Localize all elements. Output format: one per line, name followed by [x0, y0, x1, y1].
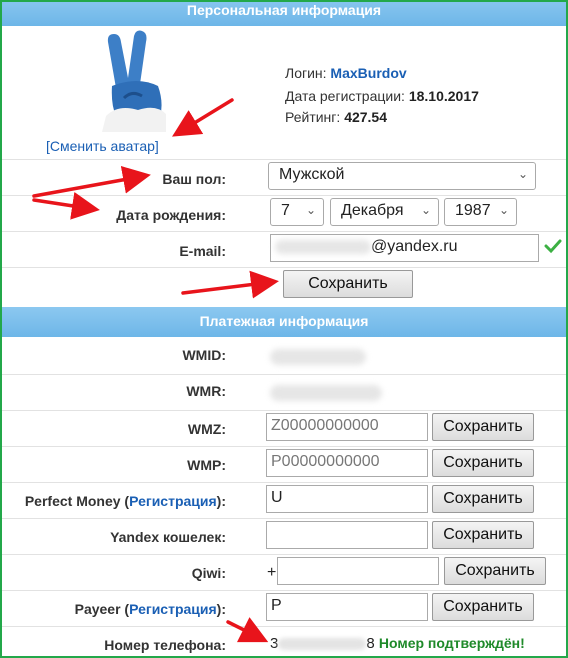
rating-label: Рейтинг:	[285, 109, 341, 125]
birth-date-label: Дата рождения:	[116, 207, 226, 223]
personal-info-header: Персональная информация	[2, 2, 566, 26]
save-yandex-button[interactable]: Сохранить	[432, 521, 534, 549]
wmp-label: WMP:	[187, 457, 226, 473]
change-avatar-link[interactable]: [Сменить аватар]	[46, 138, 159, 154]
save-personal-button[interactable]: Сохранить	[283, 270, 413, 298]
login-line: Логин: MaxBurdov	[285, 65, 407, 81]
gender-label: Ваш пол:	[162, 171, 226, 187]
yandex-wallet-label: Yandex кошелек:	[110, 529, 226, 545]
divider	[2, 446, 566, 447]
phone-last-digit: 8	[366, 635, 375, 652]
wmz-label: WMZ:	[187, 421, 226, 437]
perfect-money-register-link[interactable]: Регистрация	[129, 493, 217, 509]
divider	[2, 554, 566, 555]
login-label: Логин:	[285, 65, 327, 81]
qiwi-input[interactable]	[277, 557, 439, 585]
email-field[interactable]: @yandex.ru	[270, 234, 539, 262]
qiwi-label: Qiwi:	[191, 565, 226, 581]
phone-value: 3 8 Номер подтверждён!	[270, 635, 525, 652]
avatar-image	[98, 28, 168, 132]
payeer-input[interactable]: P	[266, 593, 428, 621]
rating-value: 427.54	[344, 109, 388, 125]
gender-value: Мужской	[279, 166, 345, 183]
save-qiwi-button[interactable]: Сохранить	[444, 557, 546, 585]
email-value: @yandex.ru	[371, 238, 458, 255]
save-payeer-button[interactable]: Сохранить	[432, 593, 534, 621]
divider	[2, 195, 566, 196]
gender-select[interactable]: Мужской ⌄	[268, 162, 536, 190]
redacted-wmid	[270, 349, 366, 365]
payeer-register-link[interactable]: Регистрация	[129, 601, 217, 617]
wmp-input[interactable]: P00000000000	[266, 449, 428, 477]
chevron-down-icon: ⌄	[517, 167, 528, 181]
registration-line: Дата регистрации: 18.10.2017	[285, 88, 479, 104]
phone-confirmed-status: Номер подтверждён!	[378, 635, 525, 651]
redacted-phone	[278, 638, 367, 651]
redacted-text	[275, 239, 371, 254]
divider	[2, 518, 566, 519]
payeer-label-text: Payeer (	[74, 601, 130, 617]
phone-label: Номер телефона:	[104, 637, 226, 653]
chevron-down-icon: ⌄	[305, 203, 316, 217]
birth-month-value: Декабря	[341, 202, 404, 219]
divider	[2, 626, 566, 627]
birth-day-select[interactable]: 7 ⌄	[270, 198, 324, 226]
divider	[2, 374, 566, 375]
perfect-money-input[interactable]: U	[266, 485, 428, 513]
birth-year-value: 1987	[455, 202, 491, 219]
divider	[2, 231, 566, 232]
divider	[2, 410, 566, 411]
redacted-wmr	[270, 385, 382, 401]
birth-day-value: 7	[281, 202, 290, 219]
qiwi-prefix: +	[267, 564, 277, 581]
profile-form: Персональная информация [Сменить аватар]…	[0, 0, 568, 658]
login-value[interactable]: MaxBurdov	[330, 65, 406, 81]
payeer-label-end: ):	[216, 601, 226, 617]
rating-line: Рейтинг: 427.54	[285, 109, 387, 125]
wmz-input[interactable]: Z00000000000	[266, 413, 428, 441]
phone-first-digit: 3	[270, 635, 279, 652]
divider	[2, 159, 566, 160]
divider	[2, 590, 566, 591]
email-label: E-mail:	[179, 243, 226, 259]
yandex-wallet-input[interactable]	[266, 521, 428, 549]
birth-month-select[interactable]: Декабря ⌄	[330, 198, 439, 226]
payeer-label: Payeer (Регистрация):	[75, 601, 226, 617]
save-wmz-button[interactable]: Сохранить	[432, 413, 534, 441]
payment-info-header: Платежная информация	[2, 307, 566, 337]
avatar[interactable]	[98, 28, 168, 132]
divider	[2, 482, 566, 483]
divider	[2, 267, 566, 268]
chevron-down-icon: ⌄	[420, 203, 431, 217]
birth-year-select[interactable]: 1987 ⌄	[444, 198, 517, 226]
chevron-down-icon: ⌄	[498, 203, 509, 217]
save-wmp-button[interactable]: Сохранить	[432, 449, 534, 477]
registration-label: Дата регистрации:	[285, 88, 405, 104]
checkmark-icon	[544, 239, 562, 254]
registration-value: 18.10.2017	[408, 88, 479, 104]
perfect-money-label-end: ):	[216, 493, 226, 509]
wmr-label: WMR:	[186, 383, 226, 399]
save-perfect-money-button[interactable]: Сохранить	[432, 485, 534, 513]
perfect-money-label-text: Perfect Money (	[24, 493, 130, 509]
perfect-money-label: Perfect Money (Регистрация):	[25, 493, 226, 509]
wmid-label: WMID:	[182, 347, 226, 363]
